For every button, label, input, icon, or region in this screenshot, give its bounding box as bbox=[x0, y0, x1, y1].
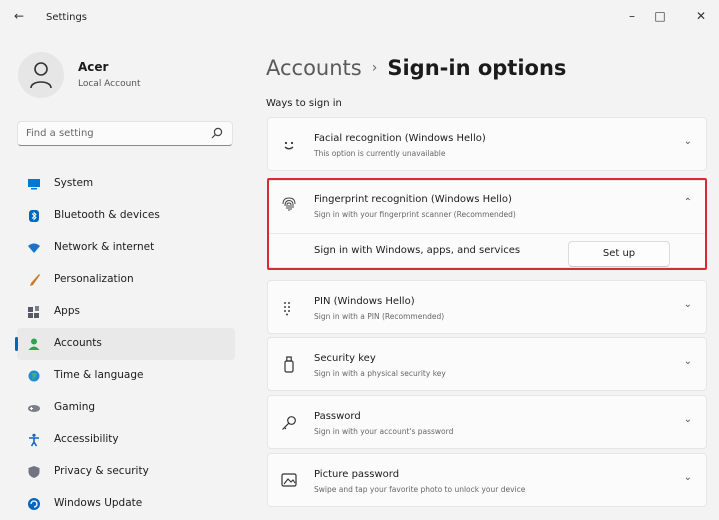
sidebar-item-windows-update[interactable]: Windows Update bbox=[17, 488, 235, 520]
sidebar-item-label: Bluetooth & devices bbox=[54, 209, 160, 221]
chevron-right-icon: › bbox=[371, 60, 378, 76]
user-profile[interactable]: Acer Local Account bbox=[18, 52, 248, 102]
sidebar-item-privacy-security[interactable]: Privacy & security bbox=[17, 456, 235, 488]
option-facial-recognition[interactable]: Facial recognition (Windows Hello) This … bbox=[267, 117, 707, 171]
sidebar-nav: System Bluetooth & devices Network & int… bbox=[15, 168, 235, 520]
sidebar-item-label: Accounts bbox=[54, 337, 102, 349]
minimize-button[interactable]: – bbox=[617, 6, 647, 26]
accounts-icon bbox=[28, 338, 40, 350]
apps-icon bbox=[28, 306, 39, 318]
back-arrow-icon[interactable]: ← bbox=[14, 9, 24, 23]
sidebar-item-label: Network & internet bbox=[54, 241, 155, 253]
system-icon bbox=[28, 179, 40, 190]
person-icon bbox=[30, 62, 52, 89]
bluetooth-icon bbox=[29, 210, 39, 222]
search-input[interactable] bbox=[26, 125, 206, 142]
face-icon bbox=[284, 141, 294, 150]
sidebar-item-bluetooth[interactable]: Bluetooth & devices bbox=[17, 200, 235, 232]
accessibility-icon bbox=[29, 433, 39, 447]
sidebar-item-gaming[interactable]: Gaming bbox=[17, 392, 235, 424]
sidebar-item-accessibility[interactable]: Accessibility bbox=[17, 424, 235, 456]
key-icon bbox=[282, 416, 296, 430]
avatar bbox=[18, 52, 64, 98]
sidebar-item-network[interactable]: Network & internet bbox=[17, 232, 235, 264]
option-picture-password[interactable]: Picture password Swipe and tap your favo… bbox=[267, 453, 707, 507]
security-key-icon bbox=[284, 356, 294, 373]
option-title: PIN (Windows Hello) bbox=[314, 296, 415, 307]
chevron-down-icon[interactable]: ⌄ bbox=[684, 472, 692, 483]
option-title: Facial recognition (Windows Hello) bbox=[314, 133, 486, 144]
option-title: Password bbox=[314, 411, 361, 422]
maximize-button[interactable]: □ bbox=[645, 6, 675, 26]
option-subtitle: Sign in with a physical security key bbox=[314, 369, 446, 378]
app-title: Settings bbox=[46, 12, 88, 23]
gamepad-icon bbox=[28, 405, 40, 412]
sidebar-item-label: Time & language bbox=[54, 369, 144, 381]
highlight-box bbox=[267, 178, 707, 270]
globe-icon bbox=[28, 370, 40, 382]
sidebar-item-label: Apps bbox=[54, 305, 80, 317]
sidebar-item-time-language[interactable]: Time & language bbox=[17, 360, 235, 392]
update-icon bbox=[28, 498, 40, 510]
chevron-down-icon[interactable]: ⌄ bbox=[684, 136, 692, 147]
search-box[interactable] bbox=[17, 121, 233, 146]
pin-keypad-icon bbox=[284, 302, 290, 316]
option-security-key[interactable]: Security key Sign in with a physical sec… bbox=[267, 337, 707, 391]
account-type: Local Account bbox=[78, 79, 141, 89]
breadcrumb-accounts[interactable]: Accounts bbox=[266, 56, 362, 80]
page-title: Sign-in options bbox=[387, 56, 567, 80]
sidebar-item-label: System bbox=[54, 177, 94, 189]
selection-indicator bbox=[15, 337, 18, 351]
wifi-icon bbox=[28, 243, 40, 253]
option-password[interactable]: Password Sign in with your account's pas… bbox=[267, 395, 707, 449]
breadcrumb: Accounts › Sign-in options bbox=[266, 56, 566, 80]
option-subtitle: This option is currently unavailable bbox=[314, 149, 446, 158]
chevron-down-icon[interactable]: ⌄ bbox=[684, 414, 692, 425]
sidebar-item-label: Windows Update bbox=[54, 497, 143, 509]
close-button[interactable]: ✕ bbox=[686, 6, 716, 26]
brush-icon bbox=[30, 274, 40, 286]
option-title: Security key bbox=[314, 353, 376, 364]
chevron-down-icon[interactable]: ⌄ bbox=[684, 299, 692, 310]
option-subtitle: Sign in with a PIN (Recommended) bbox=[314, 312, 445, 321]
title-bar: ← Settings – □ ✕ bbox=[0, 0, 719, 40]
picture-icon bbox=[281, 473, 297, 487]
sidebar-item-label: Privacy & security bbox=[54, 465, 149, 477]
sidebar-item-label: Personalization bbox=[54, 273, 134, 285]
sidebar-item-personalization[interactable]: Personalization bbox=[17, 264, 235, 296]
option-pin[interactable]: PIN (Windows Hello) Sign in with a PIN (… bbox=[267, 280, 707, 334]
user-name: Acer bbox=[78, 60, 109, 74]
section-title: Ways to sign in bbox=[266, 98, 342, 109]
option-title: Picture password bbox=[314, 469, 400, 480]
option-subtitle: Sign in with your account's password bbox=[314, 427, 454, 436]
chevron-down-icon[interactable]: ⌄ bbox=[684, 356, 692, 367]
sidebar-item-accounts[interactable]: Accounts bbox=[15, 328, 235, 360]
sidebar-item-system[interactable]: System bbox=[17, 168, 235, 200]
search-icon[interactable] bbox=[211, 127, 223, 139]
sidebar-item-label: Gaming bbox=[54, 401, 96, 413]
sidebar-item-label: Accessibility bbox=[54, 433, 119, 445]
sidebar-item-apps[interactable]: Apps bbox=[17, 296, 235, 328]
shield-icon bbox=[28, 466, 40, 478]
option-subtitle: Swipe and tap your favorite photo to unl… bbox=[314, 485, 526, 494]
